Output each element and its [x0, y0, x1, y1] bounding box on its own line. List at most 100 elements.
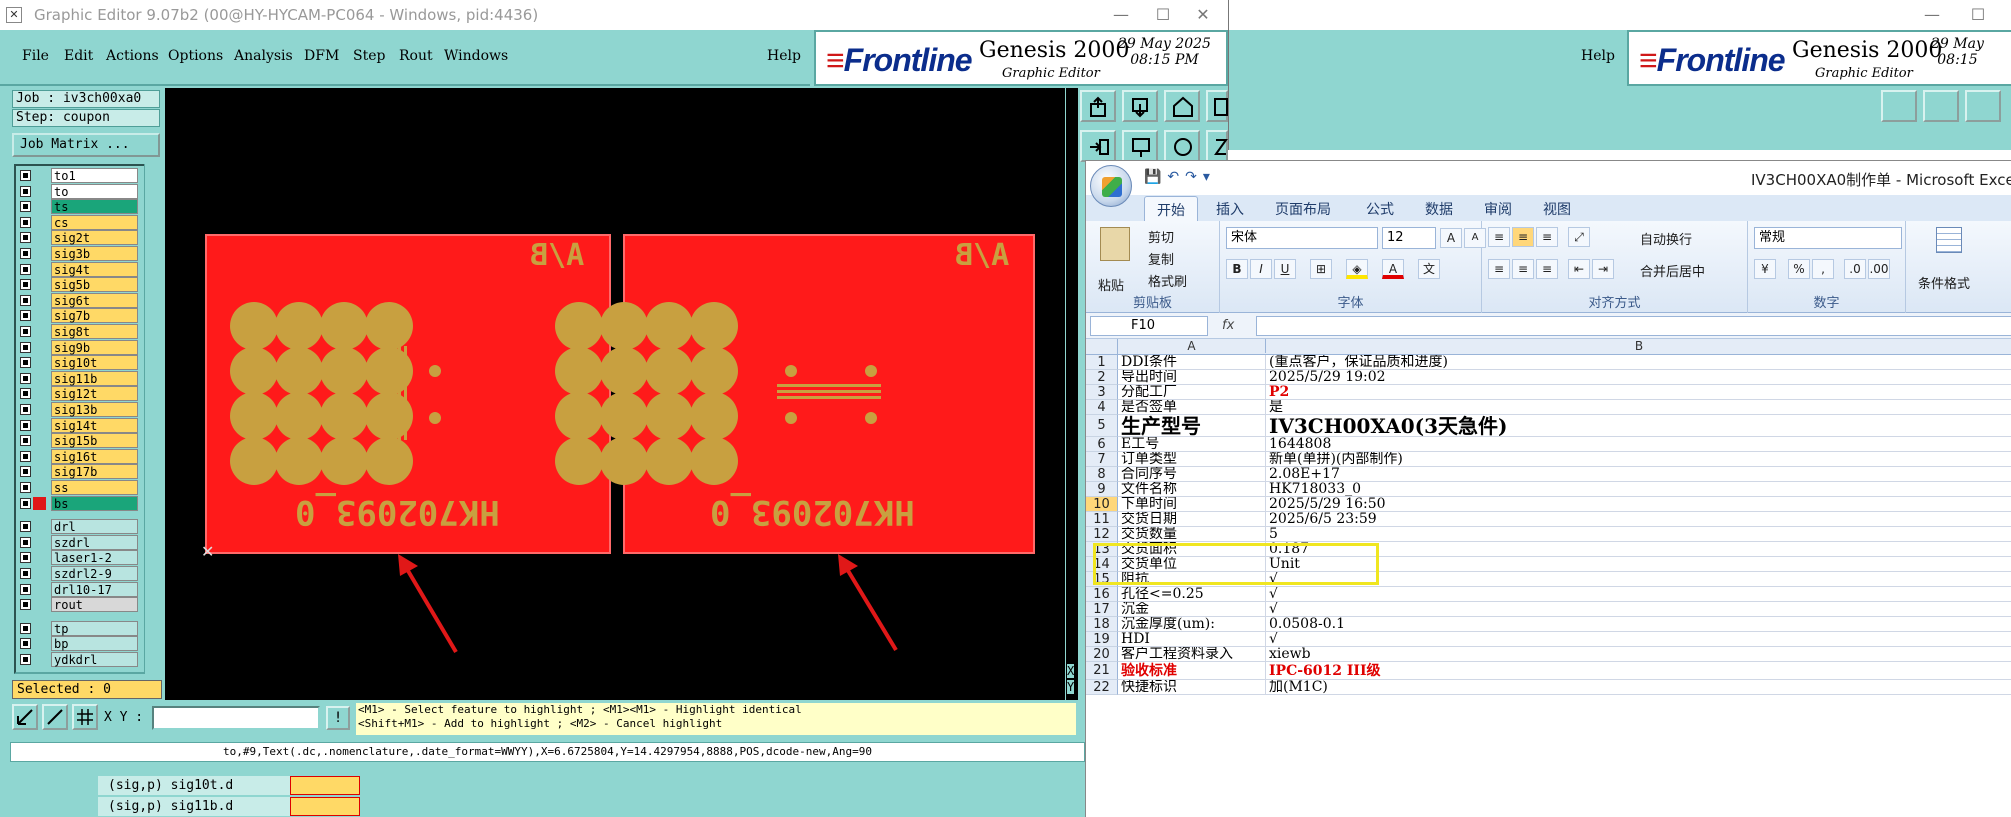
cell-b[interactable]: 新单(单拼)(内部制作): [1266, 452, 2011, 467]
tool-button-2-2[interactable]: [1923, 90, 1959, 122]
cell-b[interactable]: (重点客户，保证品质和进度): [1266, 355, 2011, 370]
column-header-a[interactable]: A: [1118, 339, 1266, 353]
layer-row[interactable]: sig6t: [20, 292, 138, 308]
layer-name[interactable]: rout: [51, 597, 138, 613]
row-header[interactable]: 22: [1086, 680, 1118, 695]
underline-button[interactable]: U: [1274, 259, 1296, 279]
layer-checkbox[interactable]: [20, 521, 31, 533]
row-header[interactable]: 12: [1086, 527, 1118, 542]
xy-input[interactable]: [152, 706, 320, 730]
fill-color-button[interactable]: ◈: [1346, 259, 1368, 279]
cell-b[interactable]: 是: [1266, 400, 2011, 415]
tab-view[interactable]: 视图: [1543, 199, 1571, 219]
layer-table-cell[interactable]: [290, 797, 360, 816]
layer-checkbox[interactable]: [20, 185, 31, 197]
layer-checkbox[interactable]: [20, 536, 31, 548]
layer-row[interactable]: sig7b: [20, 308, 138, 324]
layer-name[interactable]: sig5b: [51, 277, 138, 293]
cell-b[interactable]: 2025/5/29 19:02: [1266, 370, 2011, 385]
layer-row[interactable]: tp: [20, 620, 138, 636]
quick-access-toolbar[interactable]: 💾↶↷▾: [1144, 169, 1216, 185]
layer-name[interactable]: to1: [51, 168, 138, 183]
cell-a[interactable]: 生产型号: [1118, 415, 1266, 437]
layer-checkbox[interactable]: [20, 654, 31, 665]
italic-button[interactable]: I: [1250, 259, 1272, 279]
bold-button[interactable]: B: [1226, 259, 1248, 279]
row-header[interactable]: 18: [1086, 617, 1118, 632]
cell-b[interactable]: √: [1266, 632, 2011, 647]
office-button[interactable]: [1090, 165, 1132, 207]
layer-name[interactable]: sig11b: [51, 370, 138, 386]
layer-name[interactable]: szdrl: [51, 534, 138, 550]
cell-b[interactable]: 1644808: [1266, 437, 2011, 452]
cell-a[interactable]: 订单类型: [1118, 452, 1266, 467]
layer-name[interactable]: ydkdrl: [51, 652, 138, 667]
layer-checkbox[interactable]: [20, 326, 31, 337]
layer-row[interactable]: laser1-2: [20, 550, 138, 566]
cell-b[interactable]: √: [1266, 602, 2011, 617]
tool-button-1[interactable]: [1080, 90, 1116, 122]
layer-name[interactable]: bp: [51, 636, 138, 652]
layer-table-row[interactable]: (sig,p) sig11b.d: [98, 797, 290, 816]
grow-font-button[interactable]: A: [1440, 228, 1462, 248]
cell-b[interactable]: 加(M1C): [1266, 680, 2011, 695]
format-painter-button[interactable]: 格式刷: [1148, 271, 1187, 290]
tool-button-5[interactable]: [1080, 130, 1116, 162]
increase-indent-button[interactable]: ⇥: [1592, 259, 1614, 279]
row-header[interactable]: 6: [1086, 437, 1118, 452]
layer-checkbox[interactable]: [20, 599, 31, 611]
layer-name[interactable]: sig14t: [51, 417, 138, 433]
layer-row[interactable]: sig5b: [20, 277, 138, 293]
layer-table-cell[interactable]: [290, 776, 360, 795]
tab-data[interactable]: 数据: [1425, 199, 1453, 219]
menu-help[interactable]: Help: [767, 48, 801, 64]
layer-name[interactable]: sig12t: [51, 386, 138, 402]
layer-checkbox[interactable]: [20, 435, 31, 447]
align-left-button[interactable]: ≡: [1488, 259, 1510, 279]
layer-checkbox[interactable]: [20, 201, 31, 213]
align-right-button[interactable]: ≡: [1536, 259, 1558, 279]
cell-a[interactable]: HDI: [1118, 632, 1266, 647]
font-name-box[interactable]: 宋体: [1226, 227, 1378, 249]
cell-a[interactable]: 快捷标识: [1118, 680, 1266, 695]
layer-name[interactable]: sig2t: [51, 230, 138, 246]
font-color-button[interactable]: A: [1382, 259, 1404, 279]
zoom-icon[interactable]: [12, 704, 38, 730]
cell-a[interactable]: 导出时间: [1118, 370, 1266, 385]
formula-input[interactable]: [1256, 316, 2011, 336]
tab-home[interactable]: 开始: [1144, 196, 1198, 223]
menu-dfm[interactable]: DFM: [304, 48, 339, 64]
layer-name[interactable]: bs: [51, 495, 138, 511]
layer-row[interactable]: sig8t: [20, 324, 138, 339]
conditional-format-icon[interactable]: [1936, 227, 1962, 253]
menu-file[interactable]: File: [22, 48, 49, 64]
menu-windows[interactable]: Windows: [444, 48, 508, 64]
layer-name[interactable]: sig17b: [51, 464, 138, 480]
cut-button[interactable]: 剪切: [1148, 227, 1174, 246]
row-header[interactable]: 3: [1086, 385, 1118, 400]
row-header[interactable]: 7: [1086, 452, 1118, 467]
row-header[interactable]: 5: [1086, 415, 1118, 437]
layer-name[interactable]: to: [51, 183, 138, 199]
cell-b[interactable]: HK718033_0: [1266, 482, 2011, 497]
layer-checkbox[interactable]: [20, 450, 31, 462]
layer-row[interactable]: sig13b: [20, 402, 138, 417]
cell-a[interactable]: 下单时间: [1118, 497, 1266, 512]
maximize-button-2[interactable]: ☐: [1955, 2, 2001, 28]
row-header[interactable]: 16: [1086, 587, 1118, 602]
row-header[interactable]: 17: [1086, 602, 1118, 617]
layer-checkbox[interactable]: [20, 232, 31, 244]
layer-checkbox[interactable]: [20, 372, 31, 384]
copy-button[interactable]: 复制: [1148, 249, 1174, 268]
merge-center-button[interactable]: 合并后居中: [1640, 261, 1705, 280]
layer-row[interactable]: ts: [20, 199, 138, 215]
cell-a[interactable]: 沉金厚度(um):: [1118, 617, 1266, 632]
cell-b[interactable]: 2025/5/29 16:50: [1266, 497, 2011, 512]
layer-name[interactable]: szdrl2-9: [51, 566, 138, 581]
align-bottom-button[interactable]: ≡: [1536, 227, 1558, 247]
cell-a[interactable]: 交货日期: [1118, 512, 1266, 527]
row-header[interactable]: 2: [1086, 370, 1118, 385]
row-header[interactable]: 8: [1086, 467, 1118, 482]
phonetic-button[interactable]: 文: [1418, 259, 1440, 279]
cell-b[interactable]: 0.0508-0.1: [1266, 617, 2011, 632]
